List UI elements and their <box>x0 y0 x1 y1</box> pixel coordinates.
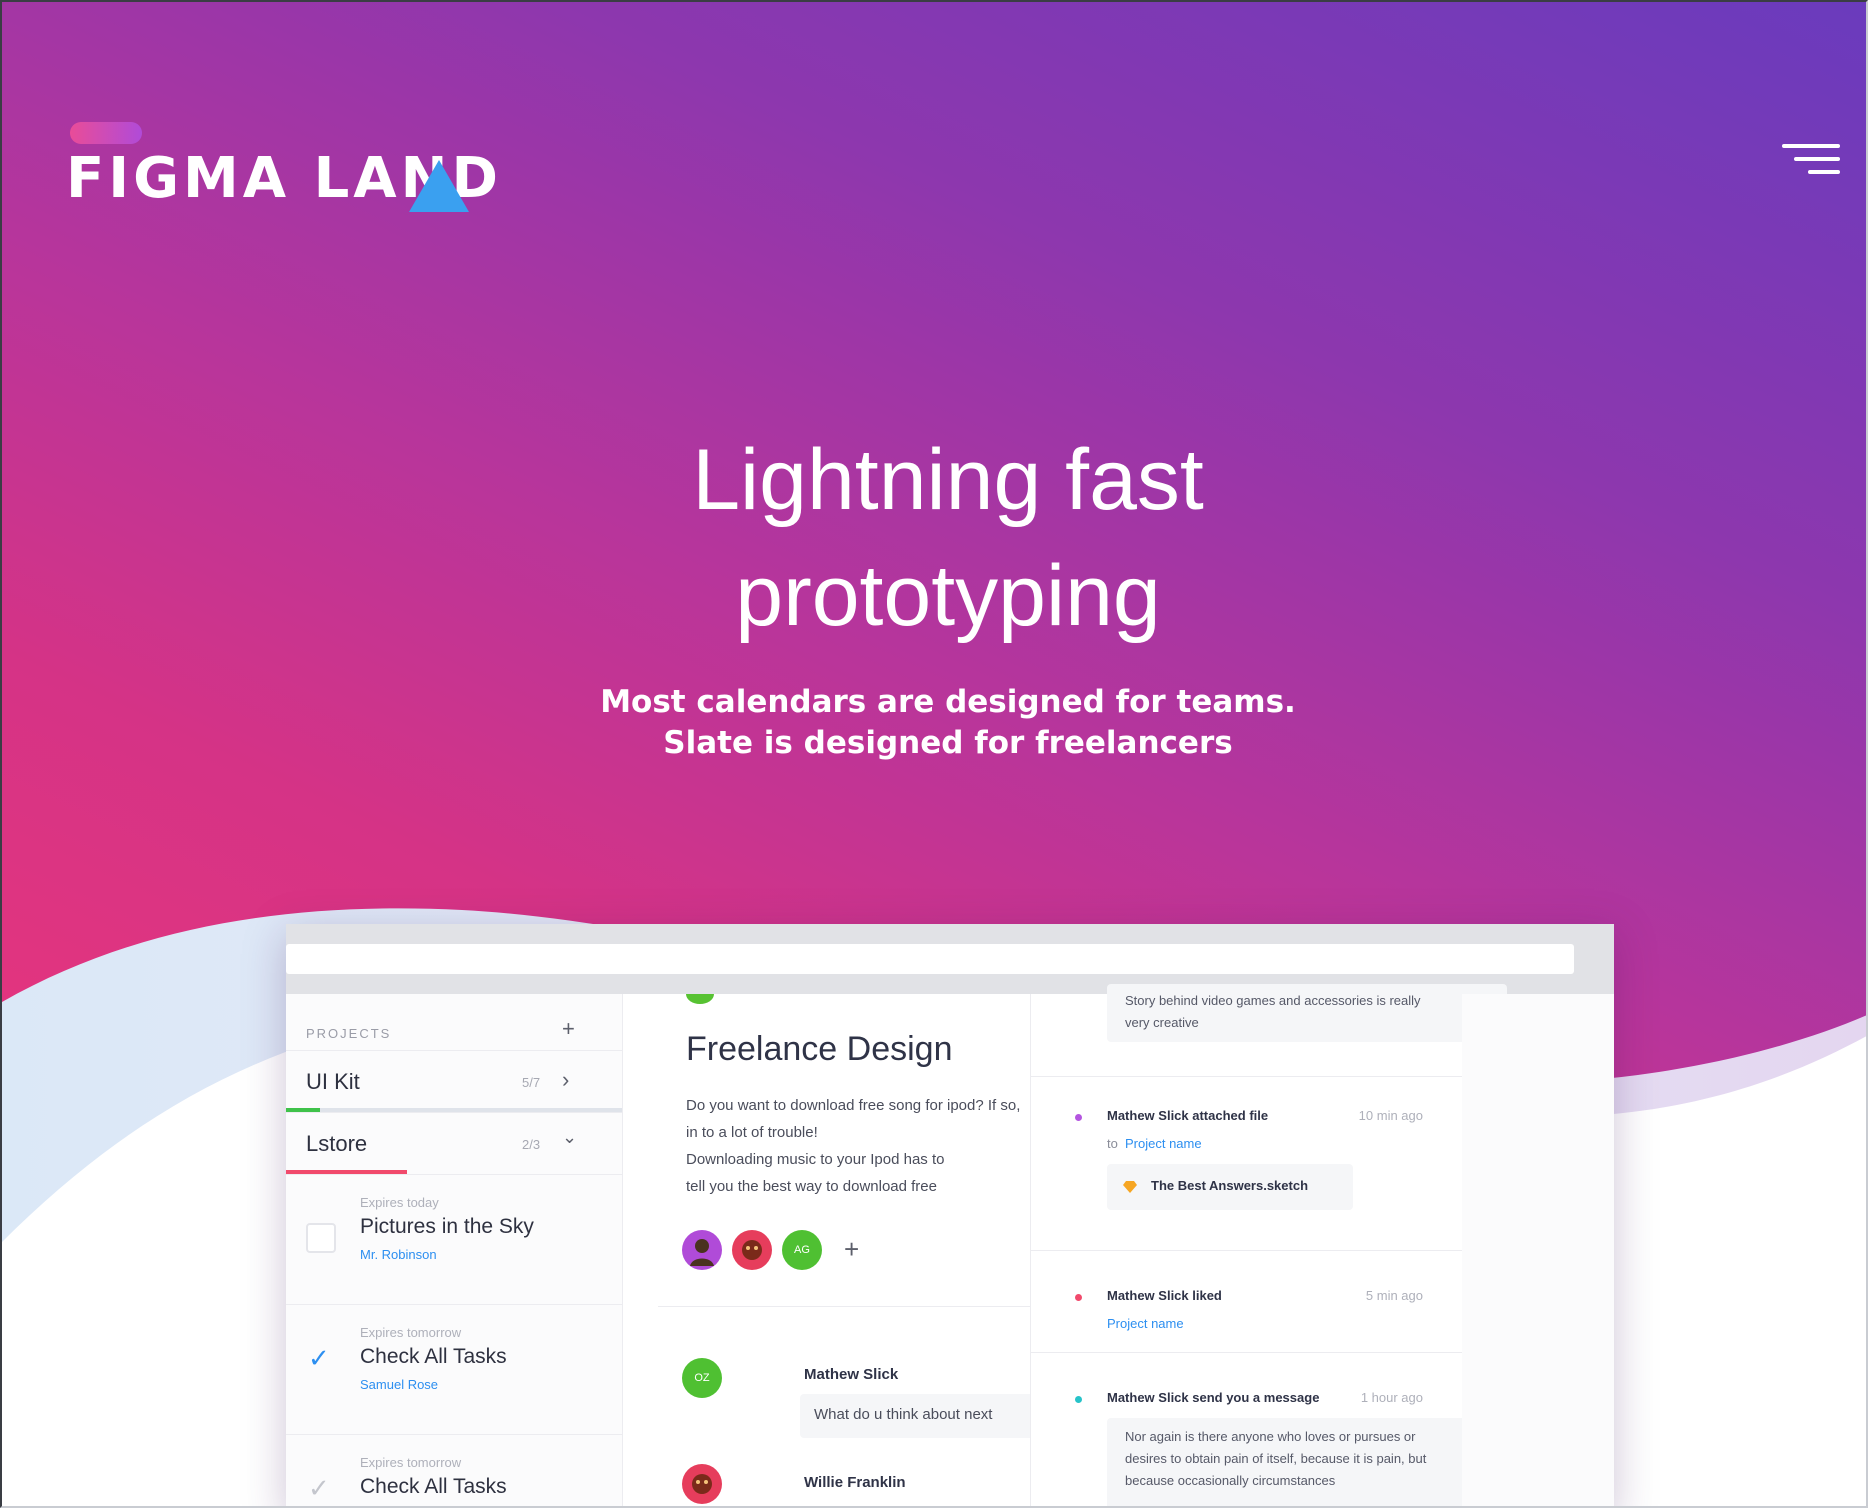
activity-time: 10 min ago <box>1358 1108 1423 1123</box>
comment-bubble: What do u think about next <box>800 1394 1030 1438</box>
chevron-down-icon: ⌄ <box>562 1127 578 1147</box>
message-line: desires to obtain pain of itself, becaus… <box>1125 1451 1427 1466</box>
task-title: Pictures in the Sky <box>360 1215 534 1238</box>
project-row-ui-kit[interactable]: UI Kit 5/7 › <box>286 1050 622 1113</box>
task-item[interactable]: Expires today Pictures in the Sky Mr. Ro… <box>286 1174 622 1303</box>
avatar[interactable]: AG <box>782 1230 822 1270</box>
hero-subtitle-line-2: Slate is designed for freelancers <box>663 725 1233 761</box>
task-assignee[interactable]: Mr. Robinson <box>360 1247 437 1262</box>
task-expiry: Expires tomorrow <box>360 1325 462 1340</box>
comment-text: What do u think about next <box>814 1406 993 1423</box>
detail-body-line: Downloading music to your Ipod has to <box>686 1151 945 1168</box>
hero-subtitle: Most calendars are designed for teams. S… <box>538 682 1358 764</box>
checkmark-icon[interactable]: ✓ <box>308 1473 330 1504</box>
avatar[interactable] <box>732 1230 772 1270</box>
activity-panel: Story behind video games and accessories… <box>1030 984 1507 1506</box>
hero-title-line-2: prototyping <box>735 548 1161 644</box>
avatar <box>682 1464 722 1504</box>
detail-body: Do you want to download free song for ip… <box>686 1092 1030 1200</box>
project-name: UI Kit <box>306 1069 360 1094</box>
projects-label: PROJECTS <box>306 1026 392 1041</box>
chevron-right-icon: › <box>562 1067 570 1092</box>
task-expiry: Expires tomorrow <box>360 1455 462 1470</box>
detail-body-line: tell you the best way to download free <box>686 1178 937 1195</box>
task-assignee[interactable]: Samuel Rose <box>360 1377 438 1392</box>
sketch-file-icon <box>1123 1181 1137 1193</box>
task-item[interactable]: ✓ Expires tomorrow Check All Tasks Samue… <box>286 1304 622 1433</box>
hero-title-line-1: Lightning fast <box>692 432 1204 528</box>
commenter-name: Mathew Slick <box>804 1366 899 1383</box>
divider <box>1031 1250 1463 1251</box>
activity-snippet: Story behind video games and accessories… <box>1107 984 1507 1042</box>
add-member-icon[interactable]: + <box>844 1234 859 1265</box>
divider <box>658 1306 1030 1307</box>
detail-title: Freelance Design <box>686 1030 953 1068</box>
hamburger-menu-icon[interactable] <box>1782 142 1840 182</box>
project-link[interactable]: Project name <box>1107 1316 1184 1331</box>
project-link[interactable]: Project name <box>1125 1136 1202 1151</box>
activity-time: 1 hour ago <box>1360 1390 1423 1405</box>
message-line: Nor again is there anyone who loves or p… <box>1125 1429 1416 1444</box>
project-count: 5/7 <box>522 1075 541 1090</box>
activity-link-prefix: to <box>1107 1136 1118 1151</box>
detail-body-line: in to a lot of trouble! <box>686 1124 818 1141</box>
task-expiry: Expires today <box>360 1195 439 1210</box>
activity-time: 5 min ago <box>1365 1288 1423 1303</box>
checkmark-icon[interactable]: ✓ <box>308 1343 330 1374</box>
project-count: 2/3 <box>522 1137 541 1152</box>
detail-body-line: Do you want to download free song for ip… <box>686 1097 1021 1114</box>
right-gutter <box>1462 994 1614 1506</box>
avatar[interactable] <box>682 1230 722 1270</box>
hero-title: Lightning fast prototyping <box>538 422 1358 654</box>
activity-head: Mathew Slick liked <box>1107 1288 1222 1303</box>
activity-snippet-line: very creative <box>1125 1015 1199 1030</box>
logo[interactable]: FIGMA LAND <box>66 120 526 212</box>
file-name: The Best Answers.sketch <box>1151 1178 1309 1193</box>
logo-triangle-icon <box>409 160 469 212</box>
message-snippet: Nor again is there anyone who loves or p… <box>1107 1418 1507 1506</box>
activity-dot <box>1075 1396 1082 1403</box>
page-frame: FIGMA LAND Lightning fast prototyping Mo… <box>0 0 1868 1508</box>
activity-head: Mathew Slick send you a message <box>1107 1390 1320 1405</box>
project-name: Lstore <box>306 1131 368 1156</box>
author-avatar <box>686 994 714 1004</box>
mockup-address-field <box>286 944 1574 974</box>
add-project-icon[interactable]: + <box>562 1016 575 1042</box>
activity-dot <box>1075 1294 1082 1301</box>
task-checkbox[interactable] <box>306 1223 336 1253</box>
detail-panel: Freelance Design Do you want to download… <box>658 994 1030 1506</box>
projects-panel: PROJECTS + UI Kit 5/7 › Lstore 2/3 ⌄ Exp… <box>286 994 623 1506</box>
logo-pill <box>70 122 142 144</box>
app-mockup: PROJECTS + UI Kit 5/7 › Lstore 2/3 ⌄ Exp… <box>286 924 1614 1506</box>
divider <box>1031 1352 1463 1353</box>
task-item[interactable]: ✓ Expires tomorrow Check All Tasks <box>286 1434 622 1506</box>
task-title: Check All Tasks <box>360 1345 507 1368</box>
message-line: because occasionally circumstances <box>1125 1473 1336 1488</box>
commenter-name: Willie Franklin <box>804 1474 906 1491</box>
activity-head: Mathew Slick attached file <box>1107 1108 1269 1123</box>
activity-snippet-line: Story behind video games and accessories… <box>1125 993 1421 1008</box>
project-row-lstore[interactable]: Lstore 2/3 ⌄ <box>286 1112 622 1175</box>
avatar: OZ <box>682 1358 722 1398</box>
divider <box>1031 1076 1463 1077</box>
activity-dot <box>1075 1114 1082 1121</box>
task-title: Check All Tasks <box>360 1475 507 1498</box>
file-attachment[interactable]: The Best Answers.sketch <box>1107 1164 1353 1210</box>
hero-subtitle-line-1: Most calendars are designed for teams. <box>600 684 1296 720</box>
